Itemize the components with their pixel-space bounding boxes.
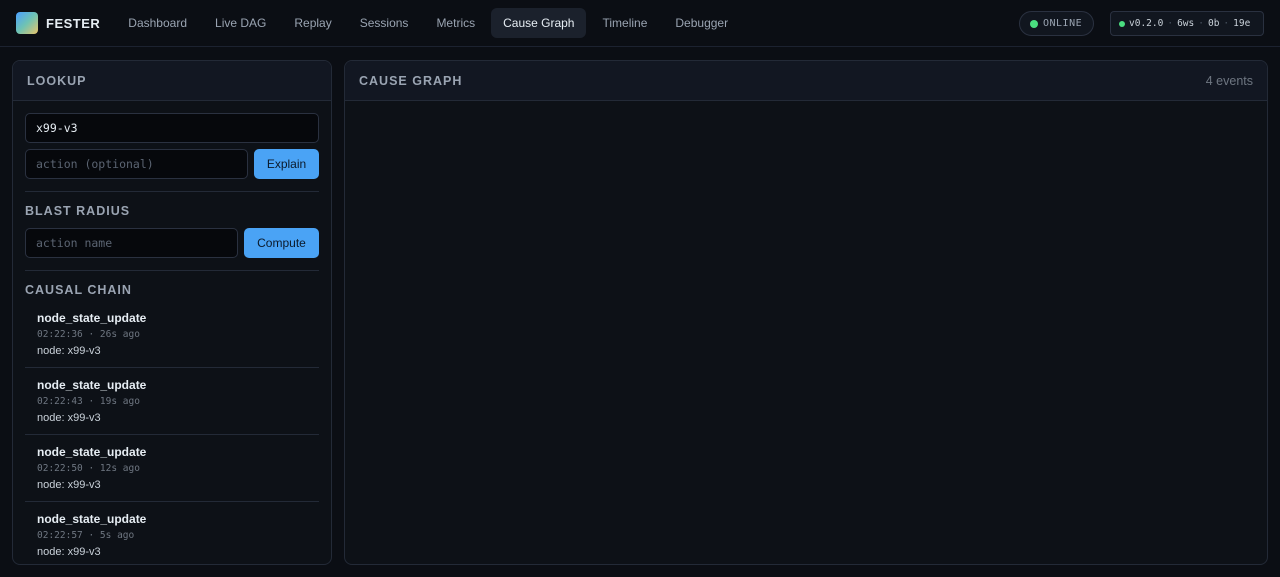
event-time: 02:22:36 · 26s ago xyxy=(37,329,140,340)
nav-sessions[interactable]: Sessions xyxy=(348,8,421,38)
logo-icon xyxy=(16,12,38,34)
main-nav: Dashboard Live DAG Replay Sessions Metri… xyxy=(116,8,744,38)
lookup-header: LOOKUP xyxy=(13,61,331,101)
event-name: node_state_update xyxy=(37,378,147,392)
nav-cause-graph[interactable]: Cause Graph xyxy=(491,8,587,38)
nav-timeline[interactable]: Timeline xyxy=(590,8,659,38)
event-time: 02:22:43 · 19s ago xyxy=(37,396,140,407)
build-bytes: 0b xyxy=(1207,18,1220,29)
build-version: v0.2.0 xyxy=(1129,18,1164,29)
nav-live-dag[interactable]: Live DAG xyxy=(203,8,278,38)
nav-metrics[interactable]: Metrics xyxy=(424,8,487,38)
event-time: 02:22:57 · 5s ago xyxy=(37,530,135,541)
chain-item[interactable]: node_state_update 02:22:36 · 26s ago nod… xyxy=(25,301,319,368)
event-time: 02:22:50 · 12s ago xyxy=(37,463,140,474)
connection-status: ONLINE xyxy=(1019,11,1094,36)
blast-action-input[interactable]: action name xyxy=(25,228,238,258)
event-name: node_state_update xyxy=(37,445,147,459)
brand[interactable]: FESTER xyxy=(16,12,100,34)
chain-item[interactable]: node_state_update 02:22:50 · 12s ago nod… xyxy=(25,435,319,502)
explain-row: action (optional) Explain xyxy=(25,149,319,179)
event-node: node: x99-v3 xyxy=(37,412,101,424)
causal-chain-title: CAUSAL CHAIN xyxy=(25,283,132,297)
brand-name: FESTER xyxy=(46,15,101,31)
blast-radius-title: BLAST RADIUS xyxy=(25,204,131,218)
separator: · xyxy=(1223,18,1230,29)
event-name: node_state_update xyxy=(37,512,147,526)
build-info: v0.2.0 · 6ws · 0b · 19e xyxy=(1110,11,1264,36)
causal-chain-list: node_state_update 02:22:36 · 26s ago nod… xyxy=(25,301,319,564)
event-count: 4 events xyxy=(1205,73,1253,88)
separator: · xyxy=(1167,18,1174,29)
event-node: node: x99-v3 xyxy=(37,546,101,558)
build-status-dot-icon xyxy=(1119,20,1125,27)
node-input[interactable]: x99-v3 xyxy=(25,113,319,143)
chain-item[interactable]: node_state_update 02:22:43 · 19s ago nod… xyxy=(25,368,319,435)
divider xyxy=(25,191,319,192)
divider xyxy=(25,270,319,271)
chain-item[interactable]: node_state_update 02:22:57 · 5s ago node… xyxy=(25,502,319,564)
blast-row: action name Compute xyxy=(25,228,319,258)
nav-replay[interactable]: Replay xyxy=(282,8,343,38)
cause-graph-canvas[interactable] xyxy=(345,101,1267,564)
event-node: node: x99-v3 xyxy=(37,345,101,357)
top-bar: FESTER Dashboard Live DAG Replay Session… xyxy=(0,0,1280,47)
cause-graph-header: CAUSE GRAPH 4 events xyxy=(345,61,1267,101)
lookup-title: LOOKUP xyxy=(27,73,87,88)
event-node: node: x99-v3 xyxy=(37,479,101,491)
compute-button[interactable]: Compute xyxy=(244,228,319,258)
nav-dashboard[interactable]: Dashboard xyxy=(116,8,199,38)
lookup-body: x99-v3 action (optional) Explain BLAST R… xyxy=(13,101,331,564)
cause-graph-title: CAUSE GRAPH xyxy=(359,73,463,88)
lookup-panel: LOOKUP x99-v3 action (optional) Explain … xyxy=(12,60,332,565)
build-ws: 6ws xyxy=(1177,18,1195,29)
status-label: ONLINE xyxy=(1043,18,1083,29)
action-input[interactable]: action (optional) xyxy=(25,149,248,179)
explain-button[interactable]: Explain xyxy=(254,149,319,179)
separator: · xyxy=(1198,18,1204,29)
cause-graph-panel: CAUSE GRAPH 4 events xyxy=(344,60,1268,565)
event-name: node_state_update xyxy=(37,311,147,325)
status-dot-icon xyxy=(1030,19,1038,28)
nav-debugger[interactable]: Debugger xyxy=(663,8,740,38)
build-events: 19e xyxy=(1233,18,1251,29)
